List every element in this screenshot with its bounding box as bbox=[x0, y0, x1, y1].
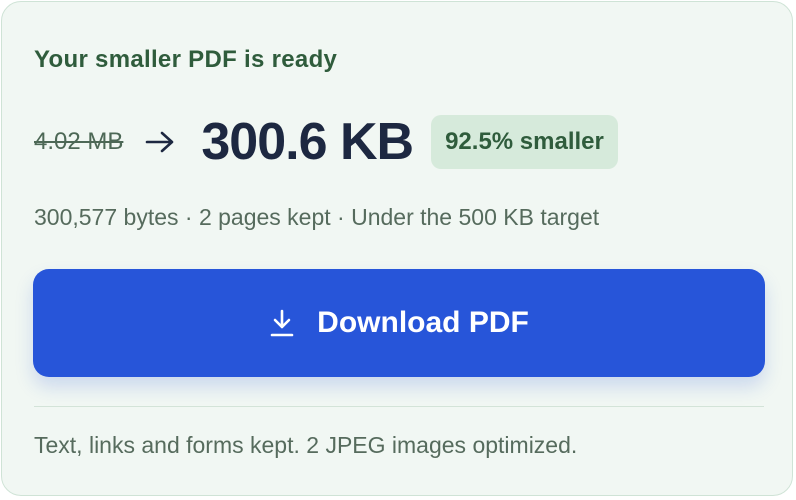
divider bbox=[34, 406, 764, 407]
result-card: Your smaller PDF is ready 4.02 MB 300.6 … bbox=[1, 1, 793, 496]
result-heading: Your smaller PDF is ready bbox=[34, 46, 338, 73]
reduction-badge: 92.5% smaller bbox=[431, 115, 618, 169]
download-button[interactable]: Download PDF bbox=[33, 269, 765, 377]
download-button-label: Download PDF bbox=[317, 306, 529, 339]
download-icon bbox=[269, 308, 295, 338]
optimization-note: Text, links and forms kept. 2 JPEG image… bbox=[34, 432, 578, 458]
compressed-size: 300.6 KB bbox=[201, 113, 414, 171]
size-comparison: 4.02 MB 300.6 KB 92.5% smaller bbox=[34, 110, 618, 174]
original-size: 4.02 MB bbox=[34, 128, 124, 155]
arrow-right-icon bbox=[145, 130, 175, 154]
file-details: 300,577 bytes · 2 pages kept · Under the… bbox=[34, 204, 600, 230]
